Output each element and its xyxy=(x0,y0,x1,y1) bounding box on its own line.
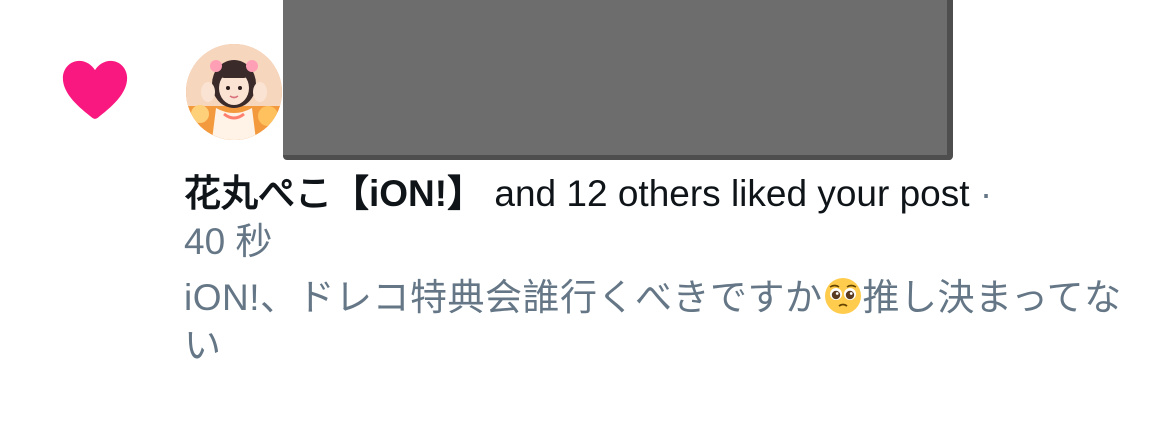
pleading-face-emoji-icon xyxy=(824,278,861,314)
avatar[interactable] xyxy=(186,44,282,140)
actor-name-link[interactable]: 花丸ぺこ【iON!】 xyxy=(184,173,484,214)
notification-headline: 花丸ぺこ【iON!】 and 12 others liked your post… xyxy=(184,170,1144,266)
post-preview-text[interactable]: iON!、ドレコ特典会誰行くべきですか 推し決まってない xyxy=(184,274,1144,370)
separator-dot: · xyxy=(979,173,993,214)
redaction-overlay xyxy=(283,0,953,160)
action-text: and 12 others liked your post xyxy=(484,173,980,214)
post-text-part-1: iON!、ドレコ特典会誰行くべきですか xyxy=(184,277,823,318)
timestamp: 40 秒 xyxy=(184,221,273,262)
like-notification[interactable]: 花丸ぺこ【iON!】 and 12 others liked your post… xyxy=(0,0,1169,429)
avatar-image xyxy=(186,44,282,140)
notification-content: 花丸ぺこ【iON!】 and 12 others liked your post… xyxy=(184,170,1144,370)
heart-icon xyxy=(62,60,128,119)
